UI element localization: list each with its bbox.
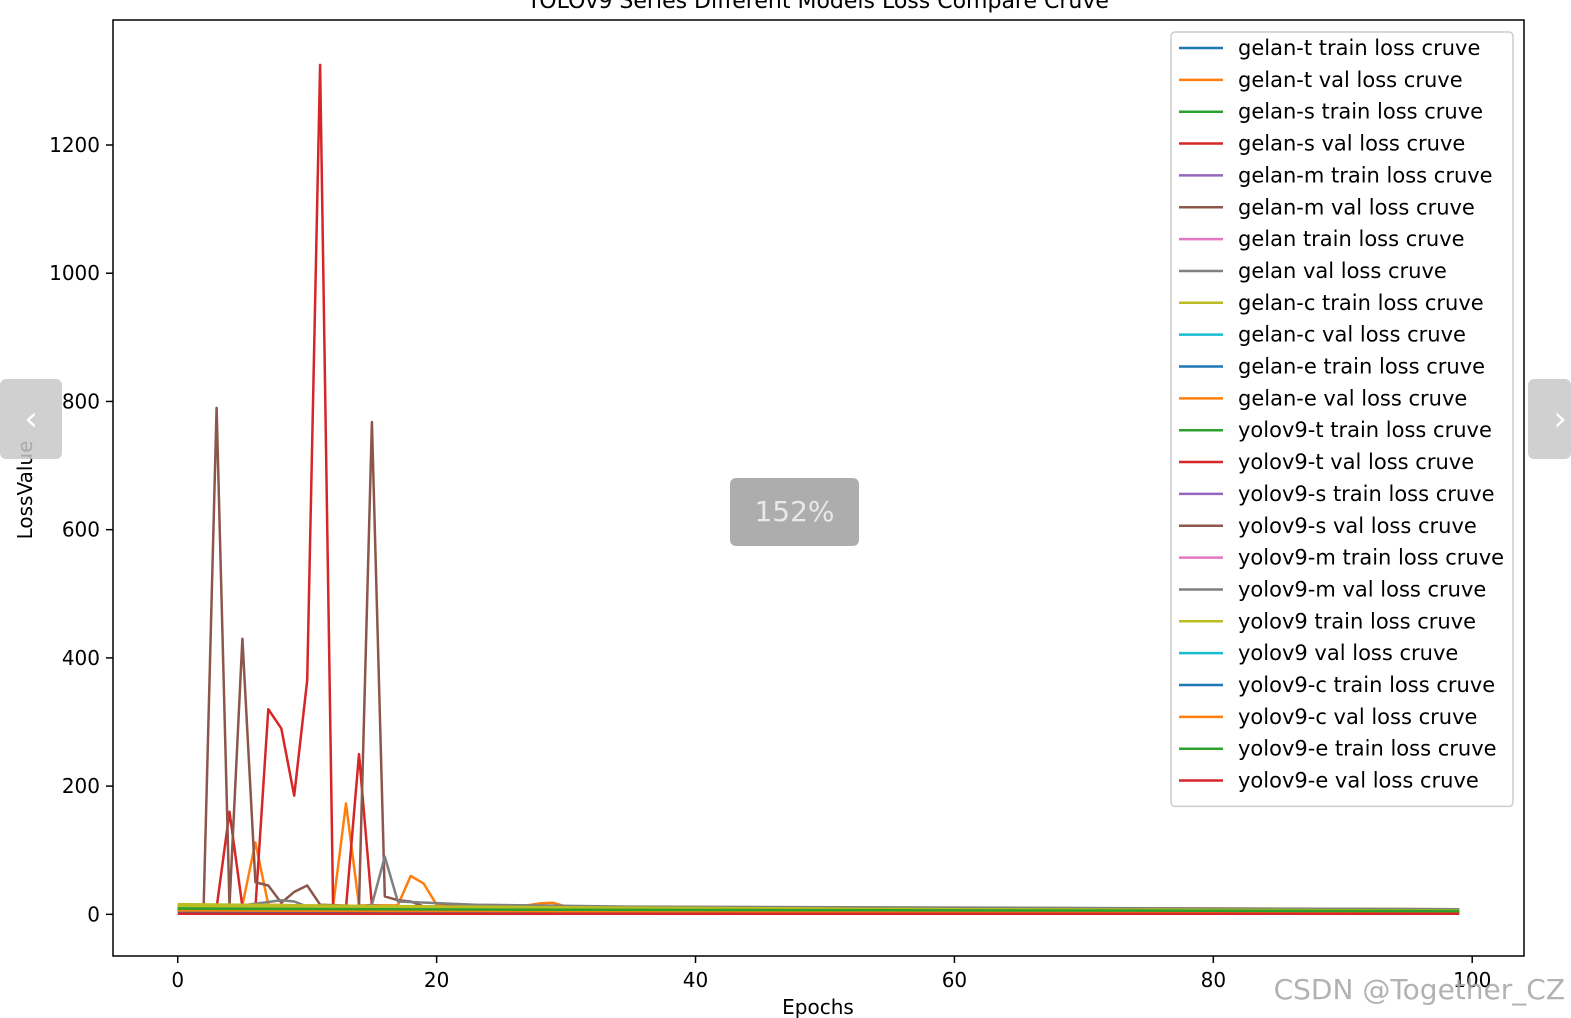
x-tick-label: 80	[1201, 968, 1226, 992]
y-tick-label: 800	[62, 389, 100, 413]
legend-label: yolov9-t train loss cruve	[1238, 418, 1492, 442]
legend-label: gelan-m train loss cruve	[1238, 163, 1493, 187]
x-axis-label: Epochs	[782, 995, 854, 1018]
watermark-text: CSDN @Together_CZ	[1273, 973, 1565, 1006]
chart-title: YOLOv9 Series Different Models Loss Comp…	[526, 0, 1109, 14]
legend-label: gelan val loss cruve	[1238, 259, 1447, 283]
legend-label: yolov9 train loss cruve	[1238, 609, 1476, 633]
legend-label: gelan-e val loss cruve	[1238, 386, 1467, 410]
legend-label: gelan-e train loss cruve	[1238, 355, 1485, 379]
legend-label: gelan train loss cruve	[1238, 227, 1465, 251]
legend-label: yolov9-c val loss cruve	[1238, 705, 1477, 729]
legend-label: yolov9-m val loss cruve	[1238, 577, 1486, 601]
prev-image-button[interactable]: ‹	[0, 379, 62, 459]
x-tick-label: 20	[424, 968, 449, 992]
legend-label: gelan-c val loss cruve	[1238, 323, 1466, 347]
x-tick-label: 40	[683, 968, 708, 992]
y-tick-label: 1000	[49, 261, 100, 285]
legend-label: gelan-c train loss cruve	[1238, 291, 1484, 315]
y-tick-label: 400	[62, 646, 100, 670]
legend-label: gelan-s train loss cruve	[1238, 100, 1483, 124]
legend-label: yolov9-m train loss cruve	[1238, 546, 1504, 570]
chart-legend: gelan-t train loss cruve gelan-t val loss…	[1170, 31, 1514, 808]
y-tick-label: 600	[62, 518, 100, 542]
y-axis-ticks: 0 200 400 600 800 1000 1200	[49, 133, 113, 926]
next-image-button[interactable]: ›	[1528, 379, 1571, 459]
legend-label: yolov9-e val loss cruve	[1238, 769, 1479, 793]
legend-label: yolov9-c train loss cruve	[1238, 673, 1495, 697]
legend-label: yolov9 val loss cruve	[1238, 641, 1458, 665]
chevron-left-icon: ‹	[24, 399, 38, 439]
legend-label: gelan-s val loss cruve	[1238, 132, 1465, 156]
zoom-level-badge: 152%	[730, 478, 859, 546]
legend-label: yolov9-s train loss cruve	[1238, 482, 1495, 506]
chevron-right-icon: ›	[1553, 399, 1567, 439]
legend-label: yolov9-s val loss cruve	[1238, 514, 1477, 538]
y-tick-label: 1200	[49, 133, 100, 157]
y-tick-label: 200	[62, 774, 100, 798]
y-tick-label: 0	[87, 902, 100, 926]
x-tick-label: 60	[942, 968, 967, 992]
x-tick-label: 0	[171, 968, 184, 992]
legend-label: gelan-t val loss cruve	[1238, 68, 1463, 92]
legend-label: gelan-m val loss cruve	[1238, 195, 1475, 219]
legend-label: yolov9-e train loss cruve	[1238, 737, 1497, 761]
legend-label: yolov9-t val loss cruve	[1238, 450, 1474, 474]
legend-label: gelan-t train loss cruve	[1238, 36, 1480, 60]
